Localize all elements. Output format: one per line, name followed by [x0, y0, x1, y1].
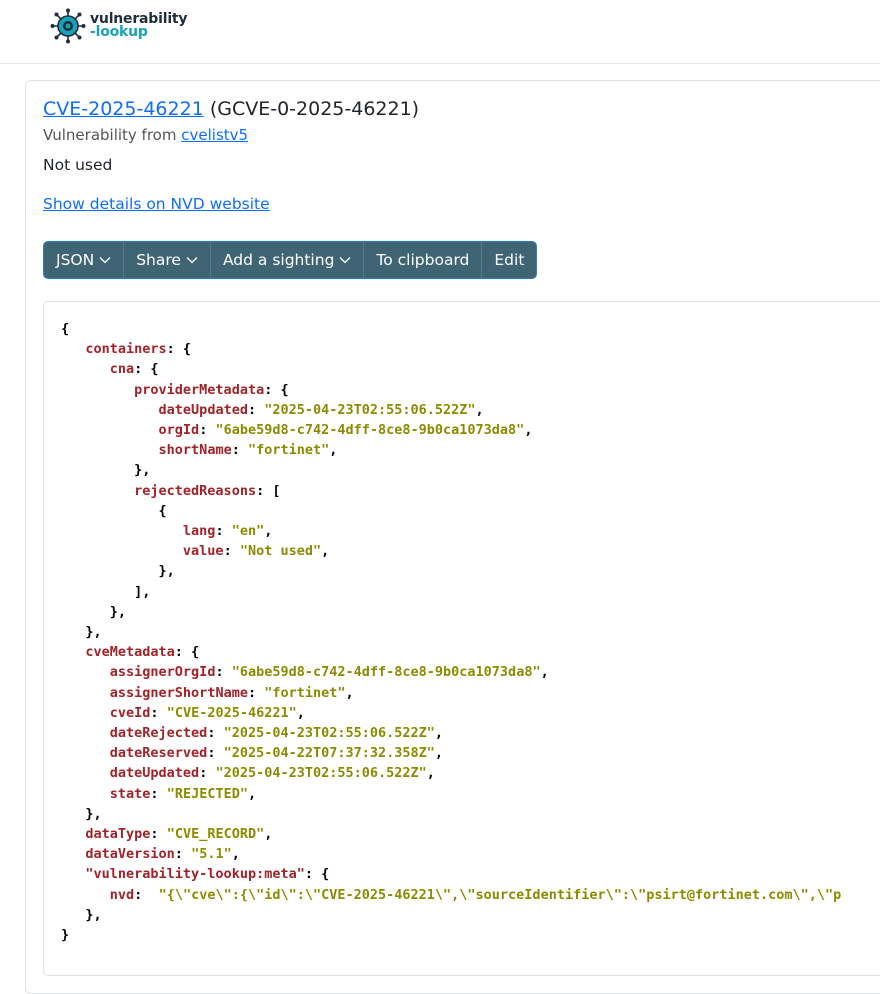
vulnerability-source: Vulnerability from cvelistv5 — [43, 126, 248, 144]
vulnerability-card: CVE-2025-46221 (GCVE-0-2025-46221) Vulne… — [25, 80, 880, 994]
source-link[interactable]: cvelistv5 — [181, 126, 248, 144]
json-value: "fortinet" — [247, 442, 330, 459]
json-value: "2025-04-23T02:55:06.522Z" — [215, 765, 427, 782]
json-value: "Not used" — [239, 543, 322, 560]
share-button-label: Share — [136, 251, 181, 269]
json-value: "REJECTED" — [166, 785, 248, 802]
json-value: "fortinet" — [264, 684, 346, 701]
json-dropdown-button[interactable]: JSON — [44, 242, 125, 278]
json-value: "{\"cve\":{\"id\":\"CVE-2025-46221\",\"s… — [158, 886, 842, 903]
json-content: { containers: { cna: { providerMetadata:… — [61, 321, 842, 944]
share-dropdown-button[interactable]: Share — [124, 242, 211, 278]
json-value: "6abe59d8-c742-4dff-8ce8-9b0ca1073da8" — [231, 664, 541, 681]
top-navbar: vulnerability -lookup — [0, 0, 880, 64]
clipboard-button-label: To clipboard — [376, 251, 470, 269]
add-sighting-dropdown-button[interactable]: Add a sighting — [211, 242, 365, 278]
cve-id-link[interactable]: CVE-2025-46221 — [43, 98, 204, 120]
edit-button[interactable]: Edit — [482, 242, 536, 278]
chevron-down-icon — [186, 257, 198, 264]
logo-word-lookup: -lookup — [90, 24, 148, 40]
json-value: "2025-04-22T07:37:32.358Z" — [223, 745, 435, 762]
chevron-down-icon — [339, 257, 351, 264]
copy-to-clipboard-button[interactable]: To clipboard — [364, 242, 483, 278]
nvd-details-link[interactable]: Show details on NVD website — [43, 195, 270, 213]
gcve-id: (GCVE-0-2025-46221) — [209, 98, 420, 120]
json-button-label: JSON — [56, 251, 95, 269]
json-viewer: { containers: { cna: { providerMetadata:… — [43, 301, 880, 976]
virus-logo-icon — [50, 8, 86, 44]
json-value: "6abe59d8-c742-4dff-8ce8-9b0ca1073da8" — [215, 422, 525, 439]
source-prefix: Vulnerability from — [43, 126, 177, 144]
page-title: CVE-2025-46221 (GCVE-0-2025-46221) — [43, 98, 419, 120]
json-value: "5.1" — [191, 846, 232, 863]
json-value: "CVE_RECORD" — [166, 826, 265, 843]
action-toolbar: JSON Share Add a sighting To clipboard E… — [43, 241, 538, 279]
json-value: "2025-04-23T02:55:06.522Z" — [264, 401, 476, 418]
site-logo[interactable]: vulnerability -lookup — [50, 8, 188, 44]
json-value: "en" — [231, 523, 265, 540]
edit-button-label: Edit — [494, 251, 525, 269]
json-value: "CVE-2025-46221" — [166, 704, 297, 721]
json-value: "2025-04-23T02:55:06.522Z" — [223, 725, 435, 742]
chevron-down-icon — [99, 257, 111, 264]
vulnerability-description: Not used — [43, 156, 113, 174]
add-sighting-button-label: Add a sighting — [222, 251, 335, 269]
